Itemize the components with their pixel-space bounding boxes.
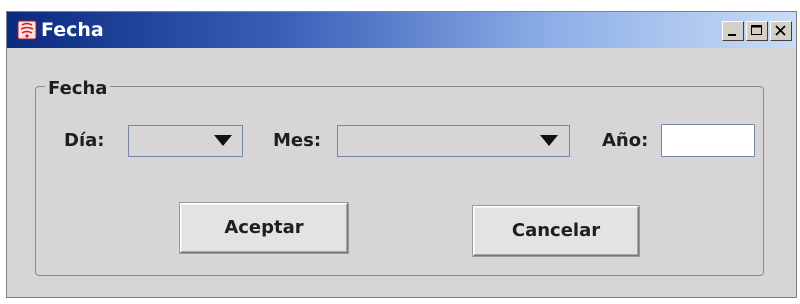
- window-title: Fecha: [41, 19, 104, 41]
- month-label: Mes:: [273, 130, 322, 151]
- java-app-icon: [17, 20, 37, 40]
- minimize-icon: [728, 34, 736, 36]
- year-label: Año:: [602, 130, 649, 151]
- group-box-legend: Fecha: [45, 78, 111, 100]
- day-combobox[interactable]: [128, 125, 243, 157]
- chevron-down-icon[interactable]: [214, 135, 232, 146]
- maximize-button[interactable]: [746, 21, 768, 41]
- close-icon: [775, 25, 786, 36]
- chevron-down-icon[interactable]: [540, 135, 558, 146]
- cancel-button[interactable]: Cancelar: [473, 206, 639, 256]
- title-bar[interactable]: Fecha: [7, 12, 796, 48]
- year-input[interactable]: [661, 124, 755, 157]
- window-controls: [722, 21, 792, 43]
- month-combobox[interactable]: [337, 125, 570, 157]
- day-label: Día:: [64, 130, 105, 151]
- minimize-button[interactable]: [722, 21, 744, 41]
- date-group-box: [35, 86, 764, 276]
- close-button[interactable]: [770, 21, 792, 41]
- accept-button[interactable]: Aceptar: [180, 203, 348, 253]
- maximize-icon: [751, 25, 762, 35]
